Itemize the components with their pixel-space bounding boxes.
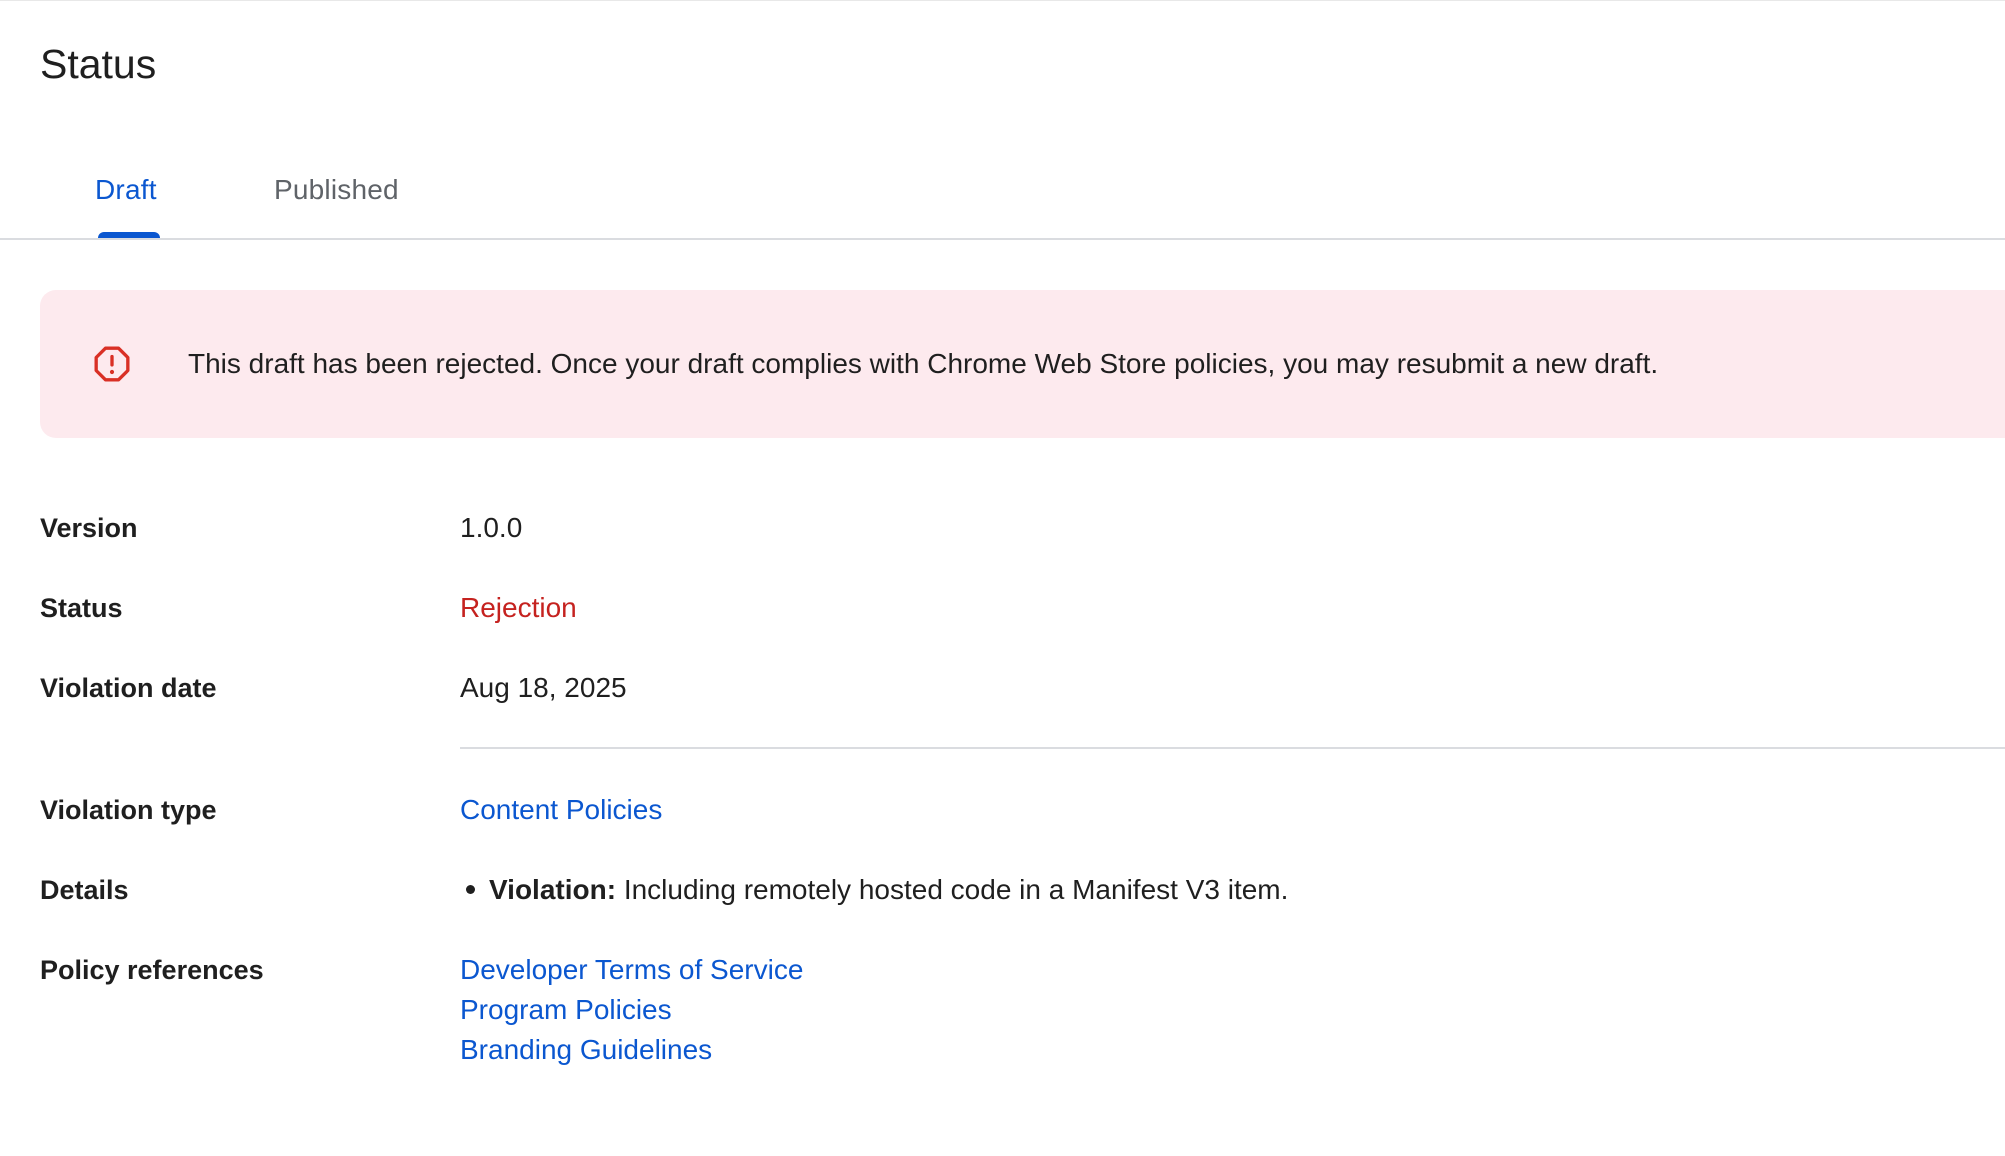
details-list: Violation: Including remotely hosted cod…: [460, 870, 1288, 910]
status-value: Rejection: [460, 592, 577, 623]
tab-draft[interactable]: Draft: [95, 170, 157, 210]
policy-references-list: Developer Terms of Service Program Polic…: [460, 950, 803, 1070]
alert-message: This draft has been rejected. Once your …: [188, 348, 1659, 379]
page-title: Status: [40, 41, 157, 87]
violation-type-value: Content Policies: [460, 790, 662, 830]
section-divider: [460, 747, 2005, 749]
tabs-divider: [0, 238, 2005, 240]
bullet: [466, 885, 475, 895]
rejection-alert: This draft has been rejected. Once your …: [40, 290, 2005, 438]
branding-guidelines-link[interactable]: Branding Guidelines: [460, 1030, 803, 1070]
list-item: Violation: Including remotely hosted cod…: [460, 874, 1288, 905]
violation-date-value: Aug 18, 2025: [460, 672, 627, 703]
violation-type-label: Violation type: [40, 795, 217, 825]
violation-heading: Violation:: [489, 874, 617, 905]
details-label: Details: [40, 875, 129, 905]
tab-published[interactable]: Published: [274, 170, 399, 210]
policy-references-label: Policy references: [40, 955, 264, 985]
error-octagon-icon: [92, 344, 132, 384]
version-value: 1.0.0: [460, 512, 523, 543]
status-label: Status: [40, 593, 123, 623]
violation-date-label: Violation date: [40, 673, 217, 703]
tab-bar: Draft Published: [0, 150, 2005, 240]
developer-terms-link[interactable]: Developer Terms of Service: [460, 950, 803, 990]
content-policies-link[interactable]: Content Policies: [460, 790, 662, 830]
program-policies-link[interactable]: Program Policies: [460, 990, 803, 1030]
violation-text: Including remotely hosted code in a Mani…: [616, 874, 1289, 905]
top-border: [0, 0, 2005, 1]
version-label: Version: [40, 513, 138, 543]
